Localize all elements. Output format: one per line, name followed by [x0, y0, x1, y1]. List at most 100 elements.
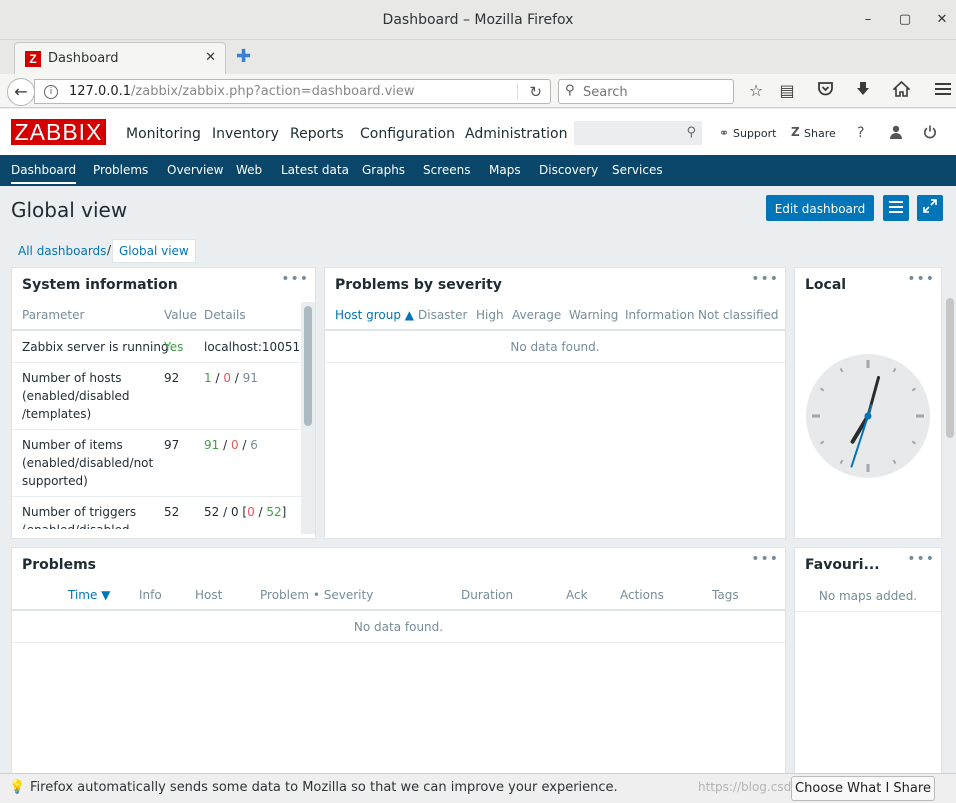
url-text[interactable]: 127.0.0.1/zabbix/zabbix.php?action=dashb…	[69, 84, 415, 99]
submenu-maps[interactable]: Maps	[489, 163, 521, 177]
favourite-maps-widget: Favouri... ••• No maps added.	[794, 547, 942, 777]
submenu-latest-data[interactable]: Latest data	[281, 163, 349, 177]
zabbix-favicon-icon: Z	[25, 51, 41, 67]
row-divider	[12, 362, 303, 363]
param-text: Number of triggers	[22, 505, 137, 519]
no-data-text: No data found.	[510, 340, 600, 354]
minimize-icon[interactable]: –	[860, 12, 876, 28]
col-high: High	[476, 308, 504, 322]
widget-menu-icon[interactable]: •••	[281, 271, 309, 287]
header-divider	[12, 329, 303, 331]
col-details: Details	[204, 308, 246, 322]
submenu-overview[interactable]: Overview	[167, 163, 224, 177]
submenu-discovery[interactable]: Discovery	[539, 163, 598, 177]
breadcrumb-current[interactable]: Global view	[112, 239, 196, 263]
hamburger-menu-icon[interactable]	[932, 81, 954, 101]
list-menu-icon	[889, 201, 903, 213]
support-link[interactable]: Support	[733, 127, 776, 140]
menu-administration[interactable]: Administration	[465, 126, 567, 142]
share-link[interactable]: Share	[804, 127, 836, 140]
browser-search-input[interactable]	[583, 83, 728, 101]
submenu-problems[interactable]: Problems	[93, 163, 148, 177]
window-title: Dashboard – Mozilla Firefox	[382, 12, 574, 28]
maximize-icon[interactable]: ▢	[897, 12, 913, 28]
browser-search-box[interactable]: ⚲	[558, 79, 734, 104]
back-button[interactable]: ←	[7, 78, 35, 106]
dashboard-actions-button[interactable]	[883, 195, 909, 221]
help-icon[interactable]: ?	[857, 125, 864, 141]
clock-center	[864, 412, 872, 420]
submenu-dashboard[interactable]: Dashboard	[11, 163, 77, 184]
clock-widget: Local •••	[794, 267, 942, 539]
zabbix-search-input[interactable]: ⚲	[574, 121, 702, 145]
analog-clock	[806, 354, 930, 478]
url-separator	[517, 83, 518, 100]
sign-out-icon[interactable]	[923, 125, 937, 143]
star-icon[interactable]: ☆	[745, 81, 767, 101]
url-bar[interactable]: i 127.0.0.1/zabbix/zabbix.php?action=das…	[34, 79, 551, 104]
zabbix-logo[interactable]: ZABBIX	[11, 119, 106, 145]
menu-configuration[interactable]: Configuration	[360, 126, 455, 142]
widget-menu-icon[interactable]: •••	[751, 551, 779, 567]
submenu-graphs[interactable]: Graphs	[362, 163, 405, 177]
choose-what-i-share-button[interactable]: Choose What I Share	[791, 776, 935, 801]
fullscreen-icon	[923, 199, 937, 213]
reader-list-icon[interactable]: ▤	[776, 81, 798, 101]
monitoring-submenu: Dashboard Problems Overview Web Latest d…	[0, 155, 956, 186]
param-text: supported)	[22, 474, 88, 488]
value-text: Yes	[164, 340, 184, 354]
col-host: Host	[195, 588, 223, 602]
widget-scrollbar[interactable]	[301, 302, 315, 534]
problems-widget: Problems ••• Time ▼ Info Host Problem • …	[11, 547, 786, 777]
site-info-icon[interactable]: i	[44, 85, 58, 99]
reload-icon[interactable]: ↻	[529, 83, 542, 101]
edit-dashboard-button[interactable]: Edit dashboard	[766, 195, 874, 221]
col-host-group[interactable]: Host group ▲	[335, 308, 414, 322]
menu-reports[interactable]: Reports	[290, 126, 344, 142]
col-tags: Tags	[712, 588, 739, 602]
tab-close-icon[interactable]: ✕	[205, 50, 216, 65]
headset-icon: ⚭	[719, 126, 730, 140]
search-icon[interactable]: ⚲	[686, 125, 696, 140]
submenu-web[interactable]: Web	[236, 163, 262, 177]
tab-label: Dashboard	[48, 51, 119, 66]
row-divider	[12, 429, 303, 430]
col-warning: Warning	[569, 308, 619, 322]
col-not-classified: Not classified	[698, 308, 779, 322]
scrollbar-thumb[interactable]	[304, 306, 312, 426]
data-collection-notification: 💡 Firefox automatically sends some data …	[0, 773, 956, 803]
value-text: 97	[164, 438, 180, 452]
menu-monitoring[interactable]: Monitoring	[126, 126, 201, 161]
system-information-widget: System information ••• Parameter Value D…	[11, 267, 316, 539]
submenu-services[interactable]: Services	[612, 163, 663, 177]
widget-menu-icon[interactable]: •••	[751, 271, 779, 287]
breadcrumb-all-dashboards[interactable]: All dashboards	[18, 244, 106, 258]
zabbix-header: ZABBIX Monitoring Inventory Reports Conf…	[0, 109, 956, 161]
col-average: Average	[512, 308, 562, 322]
widget-menu-icon[interactable]: •••	[907, 551, 935, 567]
close-window-icon[interactable]: ✕	[934, 12, 950, 28]
new-tab-icon[interactable]: ✚	[236, 48, 251, 66]
search-icon: ⚲	[565, 83, 575, 98]
menu-inventory[interactable]: Inventory	[212, 126, 279, 142]
widget-menu-icon[interactable]: •••	[907, 271, 935, 287]
browser-tab[interactable]: Z Dashboard ✕	[14, 42, 226, 74]
details-text: 91 / 0 / 6	[204, 438, 258, 452]
col-information: Information	[625, 308, 695, 322]
col-time[interactable]: Time ▼	[68, 588, 110, 602]
user-profile-icon[interactable]	[889, 125, 903, 143]
clip-mask	[12, 529, 303, 538]
submenu-screens[interactable]: Screens	[423, 163, 471, 177]
download-icon[interactable]	[852, 81, 874, 101]
row-divider	[12, 642, 785, 643]
param-text: /templates)	[22, 407, 92, 421]
fullscreen-button[interactable]	[917, 195, 943, 221]
widget-title: Problems by severity	[335, 277, 502, 293]
pocket-icon[interactable]	[814, 81, 836, 101]
col-duration: Duration	[461, 588, 514, 602]
header-divider	[325, 329, 785, 331]
page-scrollbar[interactable]	[944, 186, 956, 773]
widget-title: System information	[22, 277, 178, 293]
page-scrollbar-thumb[interactable]	[946, 298, 954, 438]
home-icon[interactable]	[890, 80, 912, 101]
